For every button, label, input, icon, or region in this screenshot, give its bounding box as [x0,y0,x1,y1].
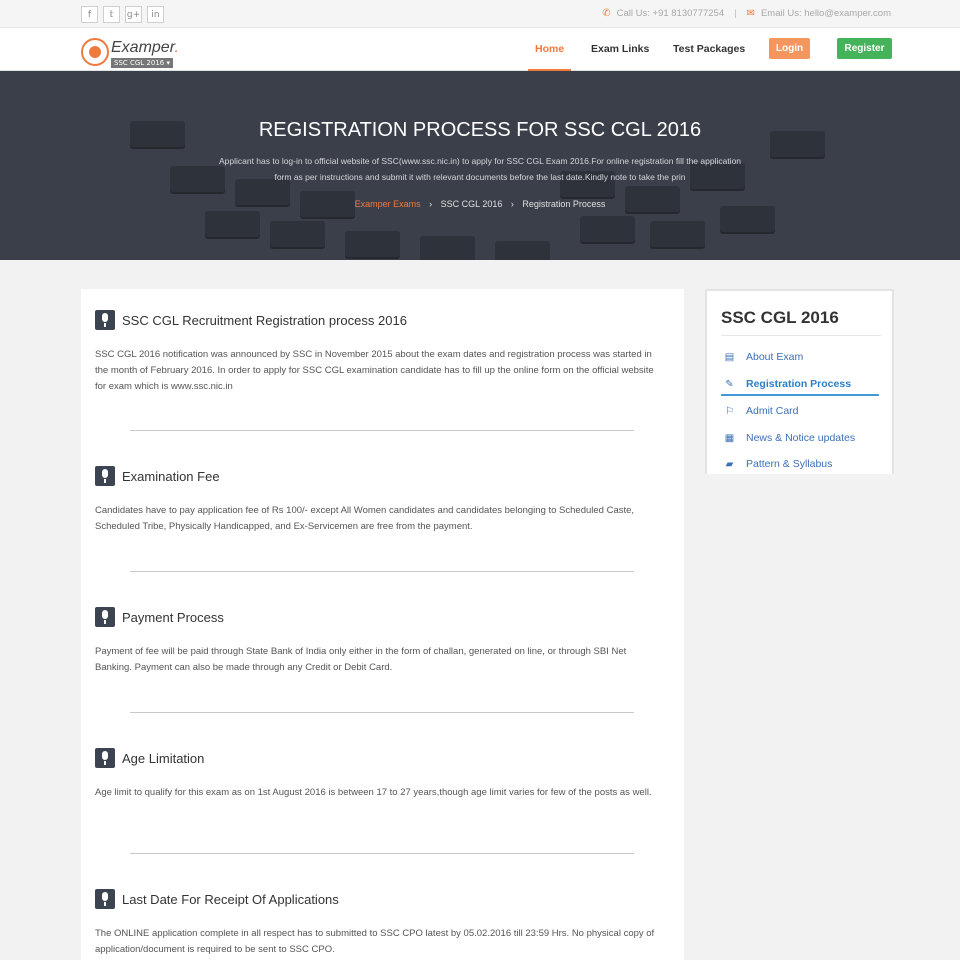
breadcrumb-current: Registration Process [522,199,606,209]
linkedin-icon[interactable]: in [147,6,164,23]
section-title: SSC CGL Recruitment Registration process… [122,312,407,328]
phone-icon: ✆ [602,8,611,19]
section-heading: Age Limitation [95,748,204,768]
bookmark-icon: ⚐ [725,405,734,417]
logo-icon [81,38,109,66]
envelope-icon: ✉ [746,8,755,19]
hero-description: Applicant has to log-in to official webs… [218,156,742,182]
sidebar-item-news-notice[interactable]: ▦ News & Notice updates [723,430,855,446]
chevron-right-icon: › [510,199,514,209]
section-heading: Last Date For Receipt Of Applications [95,889,339,909]
section-divider [130,712,634,713]
exam-selector[interactable]: SSC CGL 2016 ▾ [111,58,173,68]
sidebar-item-registration-process[interactable]: ✎ Registration Process [723,376,851,392]
microphone-icon [95,310,115,330]
sidebar-item-pattern-syllabus[interactable]: ▰ Pattern & Syllabus [723,456,833,472]
section-body: Payment of fee will be paid through Stat… [95,646,627,673]
email-us-link[interactable]: Email Us: hello@examper.com [761,8,891,19]
edit-icon: ✎ [725,378,734,390]
microphone-icon [95,466,115,486]
section-body: Candidates have to pay application fee o… [95,505,635,532]
section-divider [130,430,634,431]
chevron-right-icon: › [429,199,433,209]
section-body: SSC CGL 2016 notification was announced … [95,349,654,392]
section-body: The ONLINE application complete in all r… [95,928,655,955]
google-plus-icon[interactable]: g+ [125,6,142,23]
contact-separator: | [734,8,737,19]
section-body: Age limit to qualify for this exam as on… [95,787,652,798]
social-links: f 𝕥 g+ in [81,6,164,23]
section-title: Payment Process [122,609,224,625]
sidebar-title: SSC CGL 2016 [721,308,839,327]
document-icon: ▤ [724,351,735,363]
sidebar-item-label: Pattern & Syllabus [746,458,833,470]
newspaper-icon: ▦ [724,432,735,444]
book-icon: ▰ [725,458,734,470]
nav-exam-links[interactable]: Exam Links [591,43,649,55]
breadcrumb: Examper Exams › SSC CGL 2016 › Registrat… [0,199,960,209]
microphone-icon [95,748,115,768]
breadcrumb-examper-exams[interactable]: Examper Exams [355,199,421,209]
sidebar-item-label: About Exam [746,351,804,363]
call-us-text: Call Us: +91 8130777254 [616,8,725,19]
login-button[interactable]: Login [769,38,810,59]
section-divider [130,853,634,854]
register-button[interactable]: Register [837,38,892,59]
twitter-icon[interactable]: 𝕥 [103,6,120,23]
breadcrumb-ssc-cgl[interactable]: SSC CGL 2016 [441,199,503,209]
section-divider [130,571,634,572]
section-title: Age Limitation [122,750,205,766]
sidebar-divider [721,335,881,336]
sidebar-item-label: Registration Process [746,378,852,390]
facebook-icon[interactable]: f [81,6,98,23]
nav-home[interactable]: Home [535,43,564,55]
section-title: Last Date For Receipt Of Applications [122,891,339,907]
section-heading: SSC CGL Recruitment Registration process… [95,310,407,330]
brand-name: Examper [111,39,175,56]
section-heading: Payment Process [95,607,224,627]
brand-dot: . [174,39,179,56]
section-title: Examination Fee [122,468,220,484]
contact-info: ✆ Call Us: +91 8130777254 | ✉ Email Us: … [602,8,891,19]
page-title: REGISTRATION PROCESS FOR SSC CGL 2016 [258,119,702,141]
sidebar-item-label: News & Notice updates [746,432,856,444]
content-card: SSC CGL Recruitment Registration process… [81,289,684,960]
section-heading: Examination Fee [95,466,220,486]
sidebar-item-about-exam[interactable]: ▤ About Exam [723,349,803,365]
nav-test-packages[interactable]: Test Packages [673,43,745,55]
sidebar-menu: SSC CGL 2016 ▤ About Exam ✎ Registration… [705,289,894,474]
microphone-icon [95,607,115,627]
sidebar-active-indicator [721,394,879,396]
sidebar-item-label: Admit Card [746,405,799,417]
sidebar-item-admit-card[interactable]: ⚐ Admit Card [723,403,799,419]
top-strip: f 𝕥 g+ in ✆ Call Us: +91 8130777254 | ✉ … [0,0,960,28]
microphone-icon [95,889,115,909]
